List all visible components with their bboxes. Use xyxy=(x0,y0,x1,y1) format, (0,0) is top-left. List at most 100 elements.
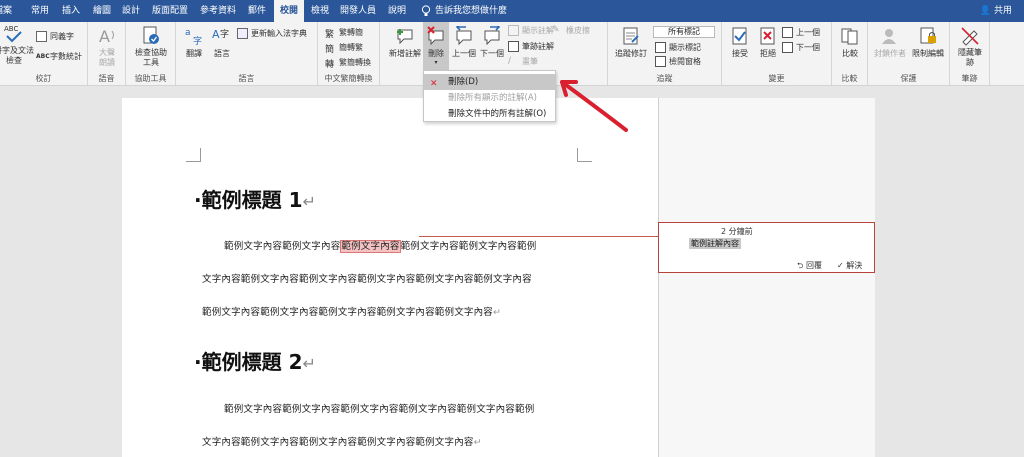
read-aloud-button[interactable]: A 大聲 朗讀 xyxy=(94,26,120,68)
heading-1-text: 範例標題 1 xyxy=(201,188,303,212)
paragraph-1-line-1[interactable]: 範例文字內容範例文字內容範例文字內容範例文字內容範例文字內容範例 xyxy=(224,238,537,253)
resolve-icon: ✓ xyxy=(837,261,844,270)
previous-change-button[interactable]: 上一個 xyxy=(782,27,820,38)
delete-comment-button[interactable]: 刪除 ▾ xyxy=(423,22,449,72)
language-label: 語言 xyxy=(214,49,230,58)
spell-check-button[interactable]: ABC 拼字及文法 檢查 xyxy=(0,24,34,66)
word-count-label: 字數統計 xyxy=(50,52,82,61)
show-markup-button[interactable]: 顯示標記 xyxy=(655,42,701,53)
t2s-button[interactable]: 繁繁轉簡 xyxy=(325,27,363,40)
tab-11[interactable]: 說明 xyxy=(388,0,406,22)
delete-dropdown-menu: ✕ 刪除(D) 刪除所有顯示的註解(A) 刪除文件中的所有註解(O) xyxy=(423,70,556,122)
group-ink: 隱藏筆 跡 筆跡 xyxy=(950,22,990,86)
hide-ink-icon xyxy=(961,27,979,46)
s2t-label: 簡轉繁 xyxy=(339,43,363,52)
tab-6[interactable]: 參考資料 xyxy=(200,0,236,22)
svg-text:A: A xyxy=(99,27,110,46)
tab-9[interactable]: 檢視 xyxy=(311,0,329,22)
tab-2[interactable]: 插入 xyxy=(62,0,80,22)
menu-item-label: 刪除文件中的所有註解(O) xyxy=(448,109,547,119)
menu-item-0[interactable]: ✕ 刪除(D) xyxy=(424,74,555,90)
paragraph-1-line-2[interactable]: 文字內容範例文字內容範例文字內容範例文字內容範例文字內容範例文字內容 xyxy=(202,271,532,285)
tab-3[interactable]: 繪圖 xyxy=(93,0,111,22)
translate-label: 翻譯 xyxy=(186,49,202,58)
update-ime-dictionary-button[interactable]: 更新輸入法字典 xyxy=(237,28,307,39)
check-accessibility-button[interactable]: 檢查協助 工具 xyxy=(133,26,169,68)
track-changes-button[interactable]: 追蹤修訂 xyxy=(613,26,649,59)
next-comment-button[interactable]: 下一個 xyxy=(479,26,505,59)
markup-select[interactable]: 所有標記 xyxy=(653,26,715,38)
ink-comment-button[interactable]: 筆跡註解 xyxy=(508,41,554,52)
previous-comment-button[interactable]: 上一個 xyxy=(451,26,477,59)
paragraph-2-line-1[interactable]: 範例文字內容範例文字內容範例文字內容範例文字內容範例文字內容範例 xyxy=(224,401,534,415)
show-comments-label: 顯示註解 xyxy=(522,26,554,35)
spell-label: 拼字及文法 檢查 xyxy=(0,46,34,65)
read-aloud-icon: A xyxy=(99,27,114,46)
s2t-button[interactable]: 簡簡轉繁 xyxy=(325,42,363,55)
paragraph-1-line-3[interactable]: 範例文字內容範例文字內容範例文字內容範例文字內容範例文字內容↵ xyxy=(202,304,501,318)
group-chinese-conversion: 繁繁轉簡 簡簡轉繁 轉繁簡轉換 中文繁簡轉換 xyxy=(318,22,380,86)
compare-label: 比較 xyxy=(842,49,858,58)
tab-8[interactable]: 校閱 xyxy=(274,0,305,22)
commented-text[interactable]: 範例文字內容 xyxy=(340,240,401,253)
group-language: a字 翻譯 A字 語言 更新輸入法字典 語言 xyxy=(176,22,318,86)
text-run: 範例文字內容範例文字內容範例 xyxy=(400,241,537,252)
thesaurus-button[interactable]: 同義字 xyxy=(36,31,74,42)
return-mark: ↵ xyxy=(493,307,502,318)
new-comment-label: 新增註解 xyxy=(389,49,421,58)
heading-2[interactable]: ·範例標題 2↵ xyxy=(194,346,316,375)
heading-1[interactable]: ·範例標題 1↵ xyxy=(194,184,316,213)
compare-button[interactable]: 比較 xyxy=(838,26,862,59)
new-comment-button[interactable]: 新增註解 xyxy=(387,26,423,59)
language-button[interactable]: A字 語言 xyxy=(209,26,235,59)
margin-corner-left xyxy=(186,148,201,162)
word-count-button[interactable]: ABC 字數統計 xyxy=(36,51,82,62)
previous-change-icon xyxy=(782,27,793,38)
restrict-editing-label: 限制編輯 xyxy=(912,49,944,58)
tab-5[interactable]: 版面配置 xyxy=(152,0,188,22)
reply-button[interactable]: ⮌ 回覆 xyxy=(797,260,822,274)
previous-comment-icon xyxy=(455,26,472,46)
paragraph-2-line-2[interactable]: 文字內容範例文字內容範例文字內容範例文字內容範例文字內容↵ xyxy=(202,434,482,448)
dictionary-icon xyxy=(237,28,248,39)
resolve-button[interactable]: ✓ 解決 xyxy=(837,260,862,271)
markup-select-value: 所有標記 xyxy=(668,27,700,36)
comment-balloon[interactable]: 2 分鐘前 範例註解內容 ⮌ 回覆 ✓ 解決 xyxy=(658,222,875,273)
convert-button[interactable]: 轉繁簡轉換 xyxy=(325,57,371,70)
reject-button[interactable]: 拒絕 xyxy=(756,26,780,59)
tab-7[interactable]: 郵件 xyxy=(248,0,266,22)
menu-item-2[interactable]: 刪除文件中的所有註解(O) xyxy=(424,106,555,122)
group-compare: 比較 比較 xyxy=(832,22,868,86)
ink-comment-icon xyxy=(508,41,519,52)
markup-pane xyxy=(658,98,875,457)
block-authors-button[interactable]: 封鎖作者 xyxy=(872,26,908,59)
show-comments-icon xyxy=(508,25,519,36)
tell-me-search[interactable]: 告訴我您想做什麼 xyxy=(435,0,507,22)
t2s-icon: 繁 xyxy=(325,30,335,40)
show-comments-button[interactable]: 顯示註解 xyxy=(508,25,554,36)
accept-button[interactable]: 接受 xyxy=(728,26,752,59)
lock-icon xyxy=(920,27,936,44)
comment-text[interactable]: 範例註解內容 xyxy=(689,238,741,249)
reply-icon: ⮌ xyxy=(797,261,804,270)
restrict-editing-button[interactable]: 限制編輯 xyxy=(910,26,946,59)
translate-button[interactable]: a字 翻譯 xyxy=(181,26,207,59)
pen-button[interactable]: ∕ 畫筆 xyxy=(508,56,538,67)
tab-1[interactable]: 常用 xyxy=(31,0,49,22)
group-label-accessibility: 協助工具 xyxy=(134,74,167,83)
tab-4[interactable]: 設計 xyxy=(122,0,140,22)
group-speech: A 大聲 朗讀 語音 xyxy=(88,22,126,86)
return-mark: ↵ xyxy=(302,192,316,211)
tab-0[interactable]: 檔案 xyxy=(0,0,12,22)
eraser-button[interactable]: ✎ 橡皮擦 xyxy=(552,25,590,36)
menu-item-1[interactable]: 刪除所有顯示的註解(A) xyxy=(424,90,555,106)
previous-change-label: 上一個 xyxy=(796,28,820,37)
review-pane-button[interactable]: 檢閱窗格 xyxy=(655,56,701,67)
tab-10[interactable]: 開發人員 xyxy=(340,0,376,22)
text-run: 範例文字內容範例文字內容範例文字內容範例文字內容範例文字內容 xyxy=(202,307,494,318)
next-change-button[interactable]: 下一個 xyxy=(782,42,820,53)
share-button[interactable]: 👤 共用 xyxy=(980,0,1012,22)
hide-ink-button[interactable]: 隱藏筆 跡 xyxy=(956,26,984,68)
comment-anchor-line xyxy=(419,236,658,237)
group-label-speech: 語音 xyxy=(98,74,115,83)
